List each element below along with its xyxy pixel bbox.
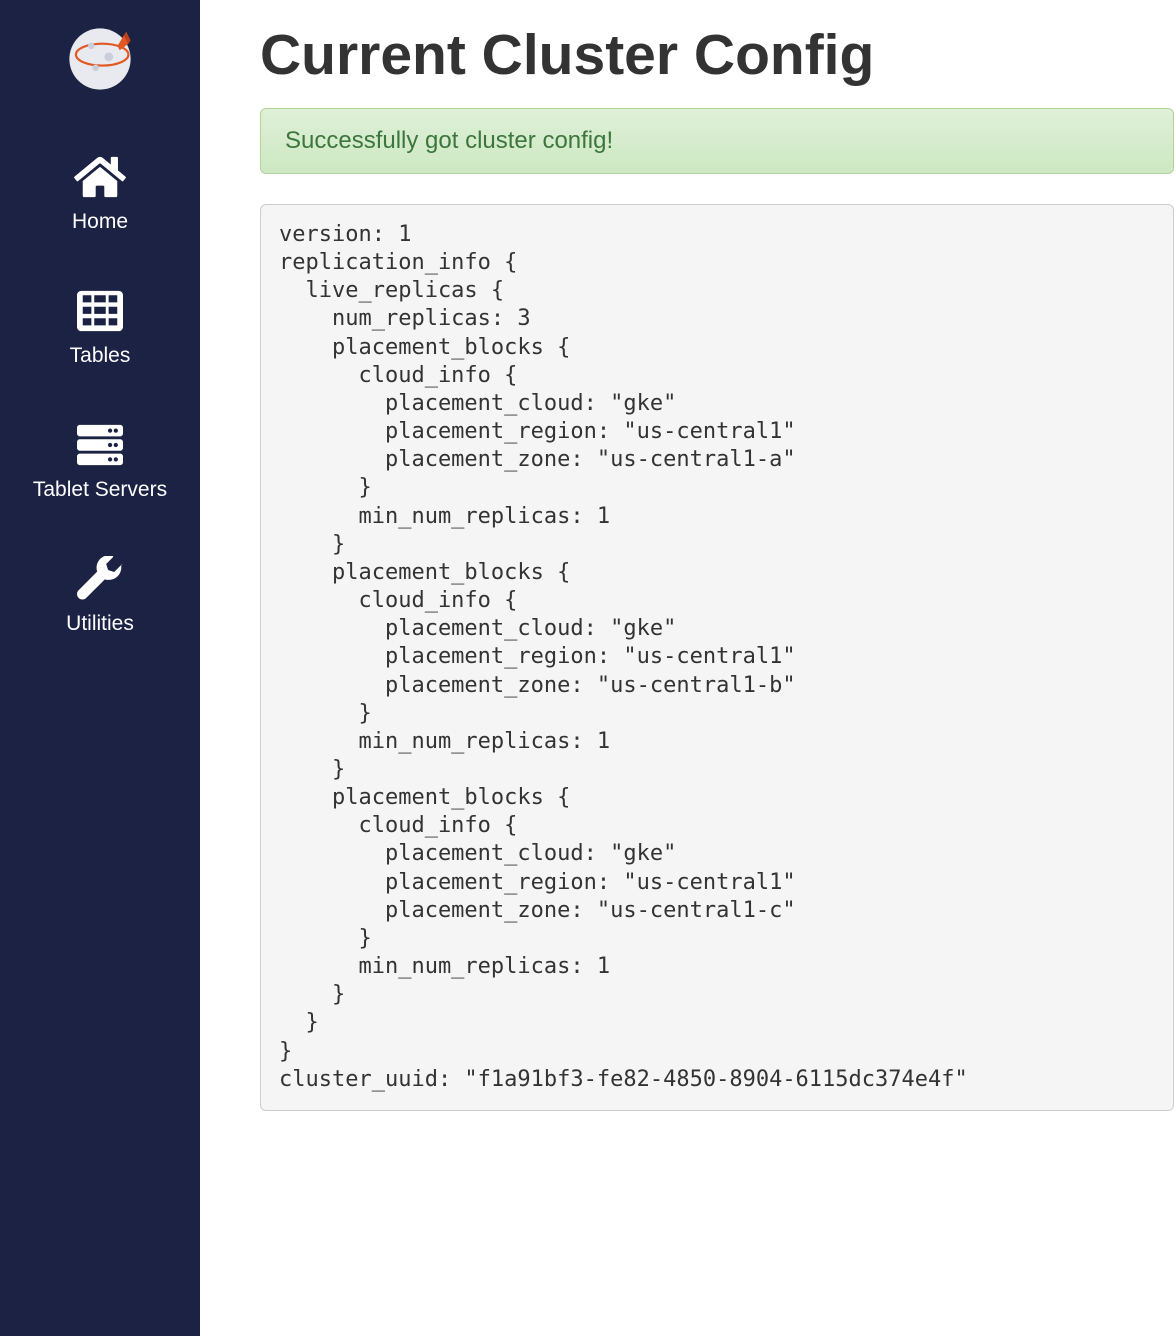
page-title: Current Cluster Config	[260, 22, 1174, 88]
home-icon	[72, 154, 128, 200]
table-icon	[72, 288, 128, 334]
sidebar-item-label: Utilities	[66, 612, 134, 636]
sidebar-item-label: Home	[72, 210, 128, 234]
wrench-icon	[72, 556, 128, 602]
success-alert: Successfully got cluster config!	[260, 108, 1174, 174]
server-icon	[72, 422, 128, 468]
sidebar-item-tablet-servers[interactable]: Tablet Servers	[33, 422, 167, 502]
sidebar-item-utilities[interactable]: Utilities	[66, 556, 134, 636]
sidebar-item-tables[interactable]: Tables	[70, 288, 131, 368]
app-logo	[65, 24, 135, 94]
main-content: Current Cluster Config Successfully got …	[200, 0, 1174, 1336]
logo-icon	[65, 24, 135, 94]
sidebar-item-label: Tables	[70, 344, 131, 368]
sidebar: Home Tables Tablet Servers Utilities	[0, 0, 200, 1336]
sidebar-item-home[interactable]: Home	[72, 154, 128, 234]
cluster-config-code: version: 1 replication_info { live_repli…	[260, 204, 1174, 1111]
sidebar-item-label: Tablet Servers	[33, 478, 167, 502]
